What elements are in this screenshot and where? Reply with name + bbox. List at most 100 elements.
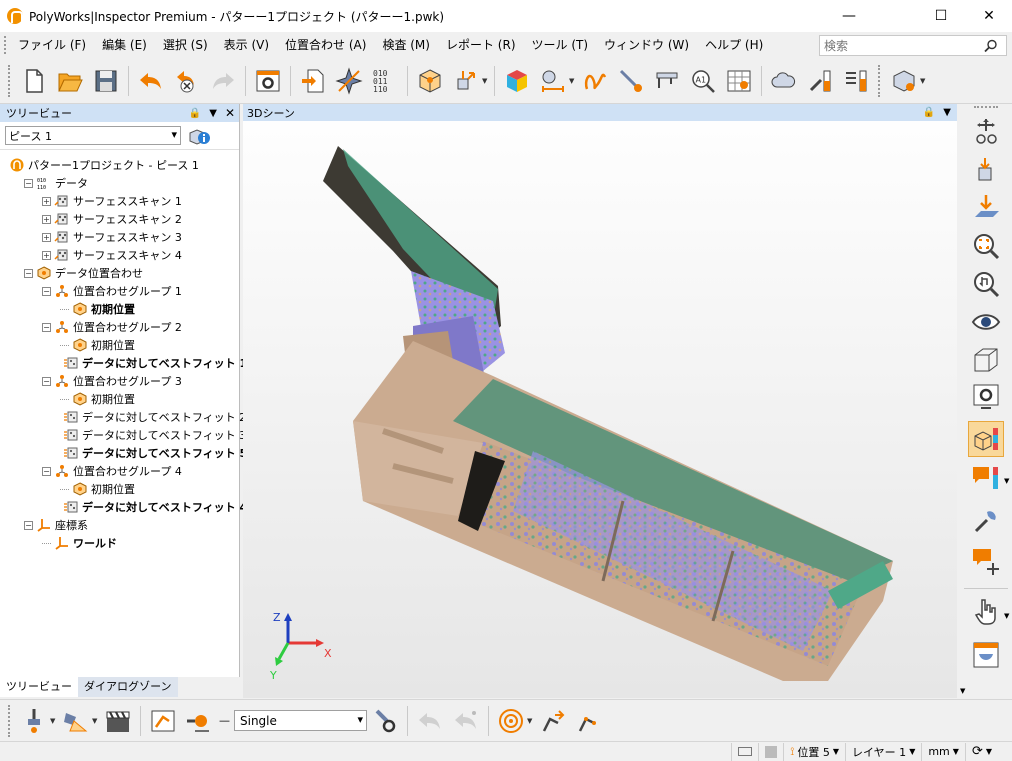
tree-item[interactable]: + サーフェススキャン 2 bbox=[0, 210, 239, 228]
tree-item[interactable]: + サーフェススキャン 1 bbox=[0, 192, 239, 210]
tree-item[interactable]: データに対してベストフィット 3 bbox=[0, 426, 246, 444]
minimize-button[interactable]: — bbox=[826, 0, 872, 32]
undo-list-button[interactable] bbox=[171, 65, 203, 97]
save-button[interactable] bbox=[90, 65, 122, 97]
align-view-button[interactable] bbox=[968, 153, 1004, 189]
panel-menu-icon[interactable]: ▼ bbox=[209, 108, 217, 119]
tree-item[interactable]: データに対してベストフィット 1 bbox=[0, 354, 247, 372]
tree-item[interactable]: − 座標系 bbox=[0, 516, 239, 534]
right-bar-scroll-down-icon[interactable]: ▼ bbox=[960, 687, 965, 695]
search-input[interactable] bbox=[824, 38, 984, 53]
level-button[interactable] bbox=[804, 65, 836, 97]
tree-item[interactable]: − 位置合わせグループ 4 bbox=[0, 462, 239, 480]
tree-item[interactable]: 初期位置 bbox=[0, 480, 239, 498]
light-button[interactable] bbox=[60, 705, 92, 737]
expand-icon[interactable]: + bbox=[42, 250, 51, 260]
caliper-button[interactable] bbox=[651, 65, 683, 97]
probe-tool-dropdown[interactable]: ▼ bbox=[50, 717, 58, 725]
feature-button[interactable] bbox=[537, 65, 569, 97]
probe-button[interactable] bbox=[615, 65, 647, 97]
piece-select[interactable]: ピース 1 bbox=[5, 126, 181, 145]
new-file-button[interactable] bbox=[18, 65, 50, 97]
select-hand-dropdown[interactable]: ▼ bbox=[1004, 612, 1009, 620]
menu-item-4[interactable]: 位置合わせ (A) bbox=[277, 34, 374, 56]
curve-button[interactable] bbox=[579, 65, 611, 97]
tree-item[interactable]: + サーフェススキャン 3 bbox=[0, 228, 239, 246]
status-position[interactable]: ⟟ 位置 5 ▼ bbox=[783, 742, 845, 761]
zoom-fit-button[interactable] bbox=[968, 228, 1004, 264]
measure-device-button[interactable] bbox=[183, 705, 215, 737]
collapse-icon[interactable]: − bbox=[24, 178, 33, 188]
expand-icon[interactable]: + bbox=[42, 196, 51, 206]
annotation-color-button[interactable] bbox=[968, 460, 1004, 496]
panel-close-icon[interactable]: ✕ bbox=[225, 106, 235, 120]
undo-button[interactable] bbox=[135, 65, 167, 97]
close-button[interactable]: ✕ bbox=[966, 0, 1012, 32]
collapse-icon[interactable]: − bbox=[24, 520, 33, 530]
toolbar-grip-2[interactable] bbox=[878, 64, 882, 97]
device-button[interactable] bbox=[147, 705, 179, 737]
piece-info-button[interactable] bbox=[186, 125, 212, 147]
arm-button[interactable] bbox=[573, 705, 605, 737]
project-to-plane-button[interactable] bbox=[968, 190, 1004, 226]
search-icon[interactable] bbox=[984, 39, 998, 53]
tree-item[interactable]: − 位置合わせグループ 3 bbox=[0, 372, 239, 390]
tree-item[interactable]: − データ位置合わせ bbox=[0, 264, 239, 282]
light-dropdown[interactable]: ▼ bbox=[92, 717, 100, 725]
color-map-button[interactable] bbox=[501, 65, 533, 97]
transform-button[interactable] bbox=[450, 65, 482, 97]
move-annotation-button[interactable] bbox=[968, 544, 1004, 580]
menu-item-8[interactable]: ウィンドウ (W) bbox=[596, 34, 697, 56]
tree-item[interactable]: −010 110 データ bbox=[0, 174, 239, 192]
probe-tool-button[interactable] bbox=[18, 705, 50, 737]
annotation-button[interactable]: A1 bbox=[687, 65, 719, 97]
scanned-part-model[interactable]: X Z Y bbox=[243, 121, 957, 698]
maximize-button[interactable]: ☐ bbox=[918, 0, 964, 32]
transform-dropdown[interactable]: ▼ bbox=[482, 77, 490, 85]
tab-tree-view[interactable]: ツリービュー bbox=[0, 677, 78, 697]
import-button[interactable] bbox=[297, 65, 329, 97]
status-layer[interactable]: レイヤー 1 ▼ bbox=[845, 742, 921, 761]
menu-item-3[interactable]: 表示 (V) bbox=[216, 34, 277, 56]
cloud-button[interactable] bbox=[768, 65, 800, 97]
tree-item[interactable]: 初期位置 bbox=[0, 300, 239, 318]
target-button[interactable] bbox=[495, 705, 527, 737]
tools-button[interactable] bbox=[968, 503, 1004, 539]
undo-points-button[interactable] bbox=[450, 705, 482, 737]
feature-dropdown[interactable]: ▼ bbox=[569, 77, 577, 85]
cube-button[interactable] bbox=[414, 65, 446, 97]
visibility-button[interactable] bbox=[968, 304, 1004, 340]
tree-item[interactable]: パターー1プロジェクト - ピース 1 bbox=[0, 156, 239, 174]
scene-settings-button[interactable] bbox=[968, 379, 1004, 415]
report-table-button[interactable] bbox=[723, 65, 755, 97]
menu-item-7[interactable]: ツール (T) bbox=[524, 34, 597, 56]
options-button[interactable] bbox=[252, 65, 284, 97]
menu-item-0[interactable]: ファイル (F) bbox=[10, 34, 94, 56]
status-unit[interactable]: mm ▼ bbox=[921, 742, 965, 761]
arm-move-button[interactable] bbox=[537, 705, 569, 737]
gauge-button[interactable] bbox=[840, 65, 872, 97]
compass-button[interactable] bbox=[333, 65, 365, 97]
scene-capture-button[interactable] bbox=[102, 705, 134, 737]
3d-viewport[interactable]: X Z Y bbox=[243, 121, 957, 698]
collapse-icon[interactable]: − bbox=[42, 286, 51, 296]
shading-button[interactable] bbox=[968, 637, 1004, 673]
color-display-button[interactable] bbox=[968, 421, 1004, 457]
tree-item[interactable]: 初期位置 bbox=[0, 390, 239, 408]
tree-item[interactable]: データに対してベストフィット 2 bbox=[0, 408, 246, 426]
status-refresh[interactable]: ⟳ ▼ bbox=[964, 742, 998, 761]
tree-item[interactable]: データに対してベストフィット 5 bbox=[0, 444, 247, 462]
collapse-icon[interactable]: − bbox=[42, 376, 51, 386]
toolbar-grip[interactable] bbox=[8, 64, 12, 97]
scene-menu-icon[interactable]: ▼ bbox=[943, 107, 951, 118]
tab-dialog-zone[interactable]: ダイアログゾーン bbox=[78, 677, 178, 697]
tree-item[interactable]: 初期位置 bbox=[0, 336, 239, 354]
bounding-box-button[interactable] bbox=[968, 342, 1004, 378]
menu-item-1[interactable]: 編集 (E) bbox=[94, 34, 155, 56]
menu-item-5[interactable]: 検査 (M) bbox=[374, 34, 438, 56]
pan-rotate-button[interactable] bbox=[968, 114, 1004, 150]
collapse-icon[interactable]: − bbox=[42, 466, 51, 476]
scene-pin-icon[interactable]: 🔒 bbox=[923, 107, 935, 118]
plugin-button[interactable] bbox=[888, 65, 920, 97]
binary-data-button[interactable]: 010 011 110 bbox=[369, 65, 401, 97]
